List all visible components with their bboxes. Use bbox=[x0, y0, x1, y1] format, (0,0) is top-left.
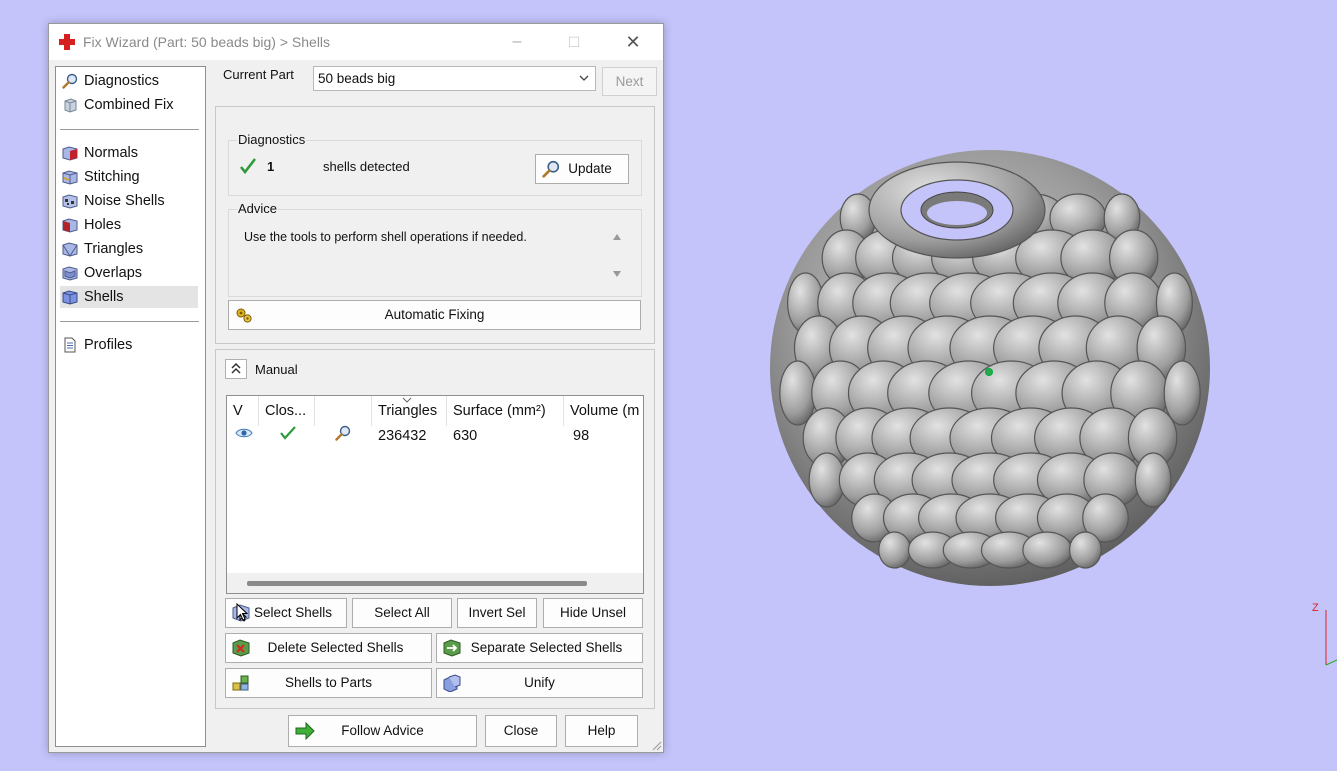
magnifier-icon bbox=[542, 160, 560, 178]
double-chevron-up-icon bbox=[231, 363, 241, 374]
window-title: Fix Wizard (Part: 50 beads big) > Shells bbox=[83, 34, 331, 50]
shells-table: V Clos... Triangles Surface (mm²) Volume… bbox=[226, 395, 644, 594]
noise-shells-icon bbox=[62, 194, 78, 209]
advice-title: Advice bbox=[237, 201, 279, 216]
delete-shells-icon bbox=[232, 639, 250, 657]
next-button[interactable]: Next bbox=[602, 67, 657, 96]
bead-scale bbox=[1022, 531, 1073, 569]
help-button[interactable]: Help bbox=[565, 715, 638, 747]
wizard-nav: Diagnostics Combined Fix Normals Stitchi… bbox=[55, 66, 206, 747]
scrollbar-thumb[interactable] bbox=[247, 581, 587, 586]
unify-icon bbox=[443, 674, 461, 692]
eye-icon[interactable] bbox=[235, 426, 253, 440]
close-button[interactable]: Close bbox=[485, 715, 557, 747]
scroll-up-icon[interactable] bbox=[612, 233, 622, 241]
triangles-value: 236432 bbox=[378, 428, 427, 444]
nav-item-diagnostics[interactable]: Diagnostics bbox=[60, 70, 198, 92]
bead-scale bbox=[1163, 360, 1201, 426]
beads-sphere-model[interactable]: Z bbox=[662, 0, 1337, 768]
document-icon bbox=[64, 337, 76, 353]
shells-to-parts-icon bbox=[232, 675, 249, 691]
bead-scale bbox=[1134, 452, 1172, 508]
nav-item-normals[interactable]: Normals bbox=[60, 142, 198, 164]
shell-count: 1 bbox=[267, 159, 275, 174]
check-icon bbox=[239, 158, 257, 175]
column-header-volume[interactable]: Volume (m bbox=[564, 396, 643, 426]
horizontal-scrollbar[interactable] bbox=[227, 573, 643, 593]
title-bar[interactable]: Fix Wizard (Part: 50 beads big) > Shells… bbox=[49, 24, 663, 60]
advice-text: Use the tools to perform shell operation… bbox=[244, 230, 527, 244]
nav-item-combined-fix[interactable]: Combined Fix bbox=[60, 94, 198, 116]
nav-item-profiles[interactable]: Profiles bbox=[60, 334, 198, 356]
triangles-cube-icon bbox=[62, 242, 78, 257]
mouse-cursor-icon bbox=[236, 603, 248, 621]
axis-z-label: Z bbox=[1312, 602, 1319, 614]
bead-scale bbox=[779, 360, 817, 426]
maximize-button[interactable]: ☐ bbox=[552, 28, 596, 56]
nav-item-noise-shells[interactable]: Noise Shells bbox=[60, 190, 198, 212]
update-button[interactable]: Update bbox=[535, 154, 629, 184]
invert-sel-button[interactable]: Invert Sel bbox=[457, 598, 537, 628]
gears-icon bbox=[236, 308, 252, 323]
shells-detected-text: shells detected bbox=[323, 159, 410, 174]
3d-viewport[interactable]: Z bbox=[662, 0, 1337, 768]
current-part-select[interactable]: 50 beads big bbox=[313, 66, 596, 91]
column-header-visible[interactable]: V bbox=[227, 396, 259, 426]
nav-separator bbox=[60, 321, 199, 322]
nav-item-shells[interactable]: Shells bbox=[60, 286, 198, 308]
separate-shells-icon bbox=[443, 639, 461, 657]
fix-wizard-dialog: Fix Wizard (Part: 50 beads big) > Shells… bbox=[48, 23, 664, 753]
column-header-select[interactable] bbox=[315, 396, 372, 426]
manual-panel: Manual V Clos... Triangles Surface (mm²)… bbox=[215, 349, 655, 709]
resize-grip-icon[interactable] bbox=[650, 739, 662, 751]
collapse-manual-button[interactable] bbox=[225, 359, 247, 379]
diagnostics-group: Diagnostics 1 shells detected Update bbox=[228, 132, 642, 196]
shells-cube-icon bbox=[62, 290, 78, 305]
stitching-cube-icon bbox=[62, 170, 78, 185]
hide-unsel-button[interactable]: Hide Unsel bbox=[543, 598, 643, 628]
nav-separator bbox=[60, 129, 199, 130]
nav-item-overlaps[interactable]: Overlaps bbox=[60, 262, 198, 284]
follow-advice-button[interactable]: Follow Advice bbox=[288, 715, 477, 747]
close-window-button[interactable]: ✕ bbox=[611, 28, 655, 56]
advice-group: Advice Use the tools to perform shell op… bbox=[228, 201, 642, 297]
arrow-right-icon bbox=[295, 722, 315, 740]
column-header-closed[interactable]: Clos... bbox=[259, 396, 315, 426]
nav-item-stitching[interactable]: Stitching bbox=[60, 166, 198, 188]
automatic-fixing-button[interactable]: Automatic Fixing bbox=[228, 300, 641, 330]
normals-cube-icon bbox=[62, 146, 78, 161]
cube-icon bbox=[64, 98, 77, 113]
holes-cube-icon bbox=[62, 218, 78, 233]
select-all-button[interactable]: Select All bbox=[352, 598, 452, 628]
bead-scale bbox=[878, 531, 912, 569]
shells-to-parts-button[interactable]: Shells to Parts bbox=[225, 668, 432, 698]
separate-selected-shells-button[interactable]: Separate Selected Shells bbox=[436, 633, 643, 663]
sort-indicator-icon bbox=[402, 397, 412, 403]
column-header-surface[interactable]: Surface (mm²) bbox=[447, 396, 564, 426]
current-part-value: 50 beads big bbox=[318, 71, 396, 86]
minimize-button[interactable]: – bbox=[495, 28, 539, 56]
unify-button[interactable]: Unify bbox=[436, 668, 643, 698]
manual-title: Manual bbox=[255, 362, 298, 377]
nav-item-holes[interactable]: Holes bbox=[60, 214, 198, 236]
red-cross-icon bbox=[59, 34, 75, 50]
check-icon bbox=[280, 426, 296, 440]
bead-scale bbox=[1069, 531, 1102, 569]
surface-value: 630 bbox=[453, 428, 478, 444]
chevron-down-icon bbox=[579, 75, 589, 81]
nav-item-triangles[interactable]: Triangles bbox=[60, 238, 198, 260]
magnifier-icon bbox=[62, 73, 78, 89]
current-part-label: Current Part bbox=[223, 67, 294, 82]
fix-panel: Diagnostics 1 shells detected Update Adv… bbox=[215, 106, 655, 344]
diagnostics-title: Diagnostics bbox=[237, 132, 307, 147]
delete-selected-shells-button[interactable]: Delete Selected Shells bbox=[225, 633, 432, 663]
magnifier-icon[interactable] bbox=[335, 425, 351, 441]
overlaps-cube-icon bbox=[62, 266, 78, 281]
volume-value: 98 bbox=[573, 428, 590, 444]
scroll-down-icon[interactable] bbox=[612, 270, 622, 278]
column-header-triangles[interactable]: Triangles bbox=[372, 396, 447, 426]
